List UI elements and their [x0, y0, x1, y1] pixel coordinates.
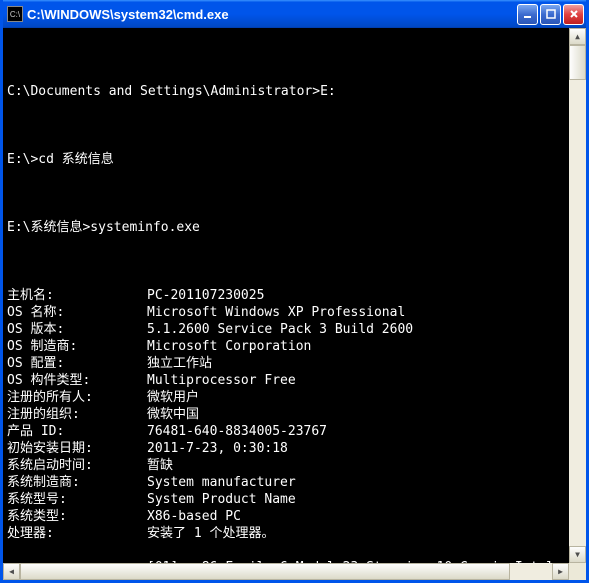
horizontal-scrollbar: ◀ ▶: [3, 563, 586, 580]
info-row: 系统型号:System Product Name: [7, 491, 569, 508]
scrollbar-corner: [569, 563, 586, 580]
info-row: 产品 ID:76481-640-8834005-23767: [7, 423, 569, 440]
info-label: 系统型号:: [7, 491, 147, 508]
info-row: OS 构件类型:Multiprocessor Free: [7, 372, 569, 389]
info-label: OS 构件类型:: [7, 372, 147, 389]
console-output[interactable]: C:\Documents and Settings\Administrator>…: [3, 28, 569, 563]
info-label: 系统启动时间:: [7, 457, 147, 474]
info-row: 系统制造商:System manufacturer: [7, 474, 569, 491]
cmd-window: C:\ C:\WINDOWS\system32\cmd.exe C:\Docum…: [0, 0, 589, 583]
info-label: 初始安装日期:: [7, 440, 147, 457]
info-value: 安装了 1 个处理器。: [147, 525, 569, 542]
scroll-thumb-vertical[interactable]: [569, 45, 586, 80]
prompt-line: C:\Documents and Settings\Administrator>…: [7, 83, 569, 100]
info-label: 系统类型:: [7, 508, 147, 525]
close-button[interactable]: [563, 4, 584, 25]
info-value: 独立工作站: [147, 355, 569, 372]
info-value: 2011-7-23, 0:30:18: [147, 440, 569, 457]
info-row: 注册的所有人:微软用户: [7, 389, 569, 406]
info-label: 注册的所有人:: [7, 389, 147, 406]
info-value: Microsoft Windows XP Professional: [147, 304, 569, 321]
info-value: 5.1.2600 Service Pack 3 Build 2600: [147, 321, 569, 338]
info-value: X86-based PC: [147, 508, 569, 525]
info-row: 主机名:PC-201107230025: [7, 287, 569, 304]
prompt-line: [7, 49, 569, 66]
blank-line: [7, 253, 569, 270]
window-controls: [517, 4, 584, 25]
maximize-icon: [546, 9, 556, 19]
info-row: 注册的组织:微软中国: [7, 406, 569, 423]
prompt-line: E:\系统信息>systeminfo.exe: [7, 219, 569, 236]
info-value: 暂缺: [147, 457, 569, 474]
maximize-button[interactable]: [540, 4, 561, 25]
info-label: 主机名:: [7, 287, 147, 304]
prompt-line: E:\>cd 系统信息: [7, 151, 569, 168]
info-value: 76481-640-8834005-23767: [147, 423, 569, 440]
window-title: C:\WINDOWS\system32\cmd.exe: [27, 7, 517, 22]
scroll-left-button[interactable]: ◀: [3, 563, 20, 580]
info-value: System manufacturer: [147, 474, 569, 491]
blank-line: [7, 117, 569, 134]
info-row: 处理器:安装了 1 个处理器。: [7, 525, 569, 542]
info-row: 系统启动时间:暂缺: [7, 457, 569, 474]
info-row: OS 名称:Microsoft Windows XP Professional: [7, 304, 569, 321]
titlebar[interactable]: C:\ C:\WINDOWS\system32\cmd.exe: [3, 0, 586, 28]
info-label: 处理器:: [7, 525, 147, 542]
info-value: 微软用户: [147, 389, 569, 406]
scroll-track-horizontal[interactable]: [20, 563, 552, 580]
close-icon: [569, 9, 579, 19]
info-value: 微软中国: [147, 406, 569, 423]
info-value: Multiprocessor Free: [147, 372, 569, 389]
scroll-down-button[interactable]: ▼: [569, 546, 586, 563]
info-label: OS 名称:: [7, 304, 147, 321]
info-label: 注册的组织:: [7, 406, 147, 423]
info-row: 系统类型:X86-based PC: [7, 508, 569, 525]
blank-line: [7, 185, 569, 202]
client-area: C:\Documents and Settings\Administrator>…: [3, 28, 586, 580]
info-row: OS 制造商:Microsoft Corporation: [7, 338, 569, 355]
info-label: OS 制造商:: [7, 338, 147, 355]
info-value: System Product Name: [147, 491, 569, 508]
info-value: PC-201107230025: [147, 287, 569, 304]
info-row: 初始安装日期:2011-7-23, 0:30:18: [7, 440, 569, 457]
info-label: OS 版本:: [7, 321, 147, 338]
scroll-up-button[interactable]: ▲: [569, 28, 586, 45]
minimize-button[interactable]: [517, 4, 538, 25]
info-row: OS 版本:5.1.2600 Service Pack 3 Build 2600: [7, 321, 569, 338]
info-label: 产品 ID:: [7, 423, 147, 440]
scroll-track-vertical[interactable]: [569, 45, 586, 546]
cmd-icon: C:\: [7, 6, 23, 22]
info-row: OS 配置:独立工作站: [7, 355, 569, 372]
scroll-thumb-horizontal[interactable]: [20, 563, 510, 580]
info-label: OS 配置:: [7, 355, 147, 372]
info-value: Microsoft Corporation: [147, 338, 569, 355]
vertical-scrollbar: ▲ ▼: [569, 28, 586, 563]
scroll-right-button[interactable]: ▶: [552, 563, 569, 580]
minimize-icon: [523, 9, 533, 19]
info-label: 系统制造商:: [7, 474, 147, 491]
